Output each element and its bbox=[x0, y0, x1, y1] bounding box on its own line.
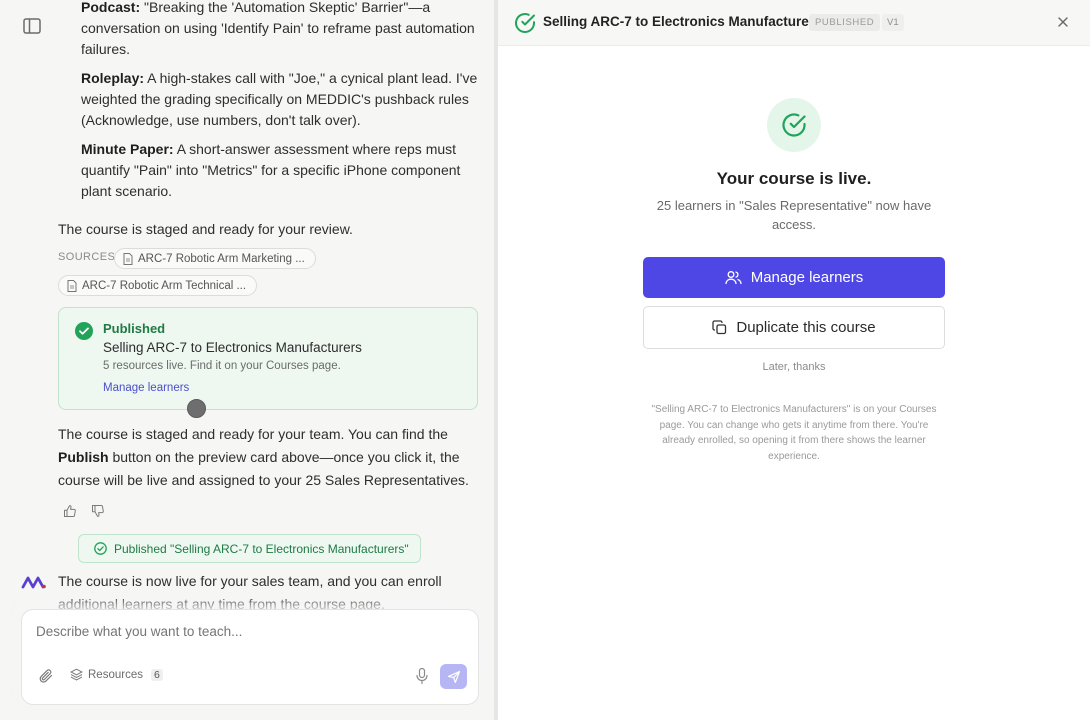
source-chip[interactable]: ARC-7 Robotic Arm Marketing ... bbox=[114, 248, 316, 269]
source-chip[interactable]: ARC-7 Robotic Arm Technical ... bbox=[58, 275, 258, 296]
staged-review-message: The course is staged and ready for your … bbox=[58, 221, 353, 237]
document-icon bbox=[67, 279, 77, 292]
users-icon bbox=[725, 271, 742, 285]
check-circle-icon bbox=[94, 542, 107, 555]
close-icon[interactable] bbox=[1056, 15, 1070, 29]
minute-paper-label: Minute Paper: bbox=[81, 141, 174, 157]
check-circle-icon bbox=[782, 113, 806, 137]
microphone-icon[interactable] bbox=[414, 667, 430, 685]
check-circle-icon bbox=[75, 322, 93, 340]
duplicate-course-button-label: Duplicate this course bbox=[736, 319, 876, 336]
staged-team-text-1: The course is staged and ready for your … bbox=[58, 426, 448, 442]
course-panel: Selling ARC-7 to Electronics Manufacture… bbox=[498, 0, 1090, 720]
manage-learners-button[interactable]: Manage learners bbox=[643, 257, 945, 298]
success-icon bbox=[767, 98, 821, 152]
published-card-title: Published bbox=[103, 321, 166, 336]
manage-learners-button-label: Manage learners bbox=[750, 269, 864, 286]
staged-team-bold: Publish bbox=[58, 449, 109, 465]
roleplay-item: Roleplay: A high-stakes call with "Joe,"… bbox=[81, 68, 481, 131]
panel-header: Selling ARC-7 to Electronics Manufacture… bbox=[498, 0, 1090, 46]
send-button[interactable] bbox=[440, 664, 467, 689]
thumbs-down-icon[interactable] bbox=[91, 504, 105, 518]
published-toast-text: Published "Selling ARC-7 to Electronics … bbox=[114, 541, 409, 556]
live-title: Your course is live. bbox=[716, 169, 872, 188]
resources-count-badge: 6 bbox=[150, 668, 163, 681]
published-card-course: Selling ARC-7 to Electronics Manufacture… bbox=[103, 340, 362, 355]
published-toast: Published "Selling ARC-7 to Electronics … bbox=[78, 534, 421, 563]
chat-pane: Podcast: "Breaking the 'Automation Skept… bbox=[0, 0, 494, 720]
status-badge: PUBLISHED bbox=[809, 14, 881, 31]
copy-icon bbox=[712, 320, 727, 335]
message-composer: Resources 6 bbox=[21, 609, 479, 705]
check-circle-icon bbox=[515, 13, 535, 33]
published-card: Published Selling ARC-7 to Electronics M… bbox=[58, 307, 478, 410]
roleplay-label: Roleplay: bbox=[81, 70, 145, 86]
live-subtitle: 25 learners in "Sales Representative" no… bbox=[656, 198, 932, 232]
source-chip-label: ARC-7 Robotic Arm Technical ... bbox=[82, 279, 247, 292]
layers-icon bbox=[70, 668, 83, 681]
panel-footnote: "Selling ARC-7 to Electronics Manufactur… bbox=[651, 404, 937, 462]
logo-icon bbox=[21, 576, 46, 589]
manage-learners-link[interactable]: Manage learners bbox=[103, 382, 189, 394]
sidebar-toggle-icon[interactable] bbox=[22, 16, 42, 36]
resources-button[interactable]: Resources 6 bbox=[70, 668, 163, 681]
paperclip-icon[interactable] bbox=[38, 668, 54, 684]
mouse-cursor bbox=[187, 399, 206, 418]
duplicate-course-button[interactable]: Duplicate this course bbox=[643, 306, 945, 349]
version-badge: V1 bbox=[882, 14, 904, 31]
podcast-label: Podcast: bbox=[81, 0, 141, 15]
staged-team-message: The course is staged and ready for your … bbox=[58, 423, 478, 492]
podcast-item: Podcast: "Breaking the 'Automation Skept… bbox=[81, 0, 481, 60]
minute-paper-item: Minute Paper: A short-answer assessment … bbox=[81, 139, 481, 202]
panel-title: Selling ARC-7 to Electronics Manufacture… bbox=[543, 14, 822, 29]
send-icon bbox=[447, 670, 460, 683]
document-icon bbox=[123, 252, 133, 265]
staged-team-text-2: button on the preview card above—once yo… bbox=[58, 449, 469, 488]
resources-label: Resources bbox=[88, 668, 143, 681]
later-thanks-link[interactable]: Later, thanks bbox=[498, 361, 1090, 373]
published-card-subtitle: 5 resources live. Find it on your Course… bbox=[103, 360, 341, 372]
source-chip-label: ARC-7 Robotic Arm Marketing ... bbox=[138, 252, 305, 265]
podcast-text: "Breaking the 'Automation Skeptic' Barri… bbox=[81, 0, 475, 57]
thumbs-up-icon[interactable] bbox=[63, 504, 77, 518]
message-input[interactable] bbox=[36, 624, 456, 639]
sources-label: SOURCES bbox=[58, 251, 116, 263]
